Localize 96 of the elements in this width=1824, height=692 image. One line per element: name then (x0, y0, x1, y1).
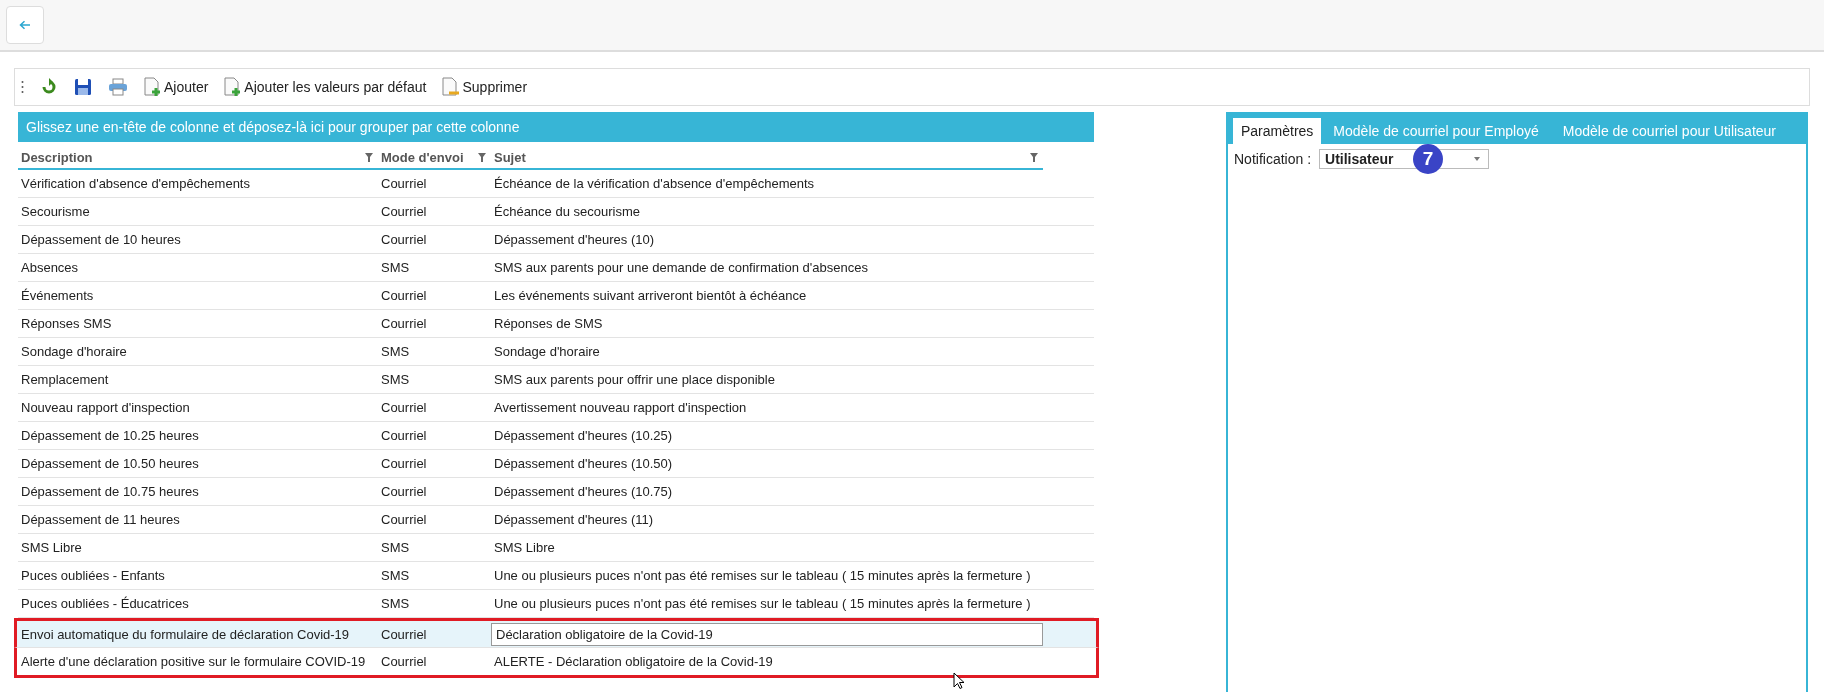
table-row[interactable]: Absences SMS SMS aux parents pour une demande de confirmation d'absences (18, 254, 1094, 282)
back-arrow-icon (19, 20, 31, 30)
table-cell-text: Puces oubliées - Enfants (20, 568, 166, 583)
filter-icon[interactable] (1030, 152, 1038, 162)
notification-label: Notification : (1234, 151, 1312, 167)
table-cell-text: Courriel (380, 232, 428, 247)
table-cell-text: Courriel (380, 456, 428, 471)
dropdown-caret-icon (1474, 157, 1481, 161)
table-row[interactable]: Dépassement de 10.50 heures Courriel Dépassement d'heures (10.50) (18, 450, 1094, 478)
table-cell-text: SMS (380, 540, 411, 555)
table-cell-text: Dépassement de 10.25 heures (20, 428, 200, 443)
delete-button[interactable]: Supprimer (442, 77, 528, 97)
table-cell-text: Avertissement nouveau rapport d'inspection (493, 400, 748, 415)
table-cell-text: SMS aux parents pour offrir une place disponible (493, 372, 776, 387)
document-add-icon (144, 77, 162, 97)
filter-icon[interactable] (478, 152, 486, 162)
table-row[interactable]: Remplacement SMS SMS aux parents pour offrir une place disponible (18, 366, 1094, 394)
table-cell-text: SMS (380, 344, 411, 359)
table-cell-text: Sondage d'horaire (493, 344, 601, 359)
table-cell-text: Remplacement (20, 372, 110, 387)
table-cell-text: Dépassement de 10.75 heures (20, 484, 200, 499)
table-cell-text: SMS (380, 260, 411, 275)
column-header[interactable]: Sujet (491, 146, 1043, 168)
table-row[interactable]: Sondage d'horaire SMS Sondage d'horaire (18, 338, 1094, 366)
table-cell-text: SMS (380, 372, 411, 387)
table-row[interactable]: Nouveau rapport d'inspection Courriel Avertissement nouveau rapport d'inspection (18, 394, 1094, 422)
table-row[interactable]: Dépassement de 10.75 heures Courriel Dépassement d'heures (10.75) (18, 478, 1094, 506)
document-remove-icon (442, 77, 461, 97)
table-cell-text: Courriel (380, 176, 428, 191)
table-cell-text: Courriel (380, 316, 428, 331)
table-cell: Déclaration obligatoire de la Covid-19 (491, 622, 1043, 646)
document-add-icon (224, 77, 243, 97)
add-button[interactable]: Ajouter les valeurs par défaut (224, 77, 427, 97)
grip-icon (21, 80, 24, 94)
table-cell-text: Dépassement d'heures (10.75) (493, 484, 674, 499)
table-cell-text: Absences (20, 260, 80, 275)
table-row[interactable]: Dépassement de 10.25 heures Courriel Dépassement d'heures (10.25) (18, 422, 1094, 450)
table-cell-text: Secourisme (20, 204, 91, 219)
table-cell-text: SMS Libre (493, 540, 556, 555)
table-row[interactable]: Envoi automatique du formulaire de déclaration Covid-19 Courriel Déclaration obligatoire de la Covid-19 (14, 618, 1099, 648)
refresh-icon (40, 78, 58, 96)
table-cell-text: Une ou plusieurs puces n'ont pas été remises sur le tableau ( 15 minutes après la fermeture ) (493, 568, 1032, 583)
save-icon (74, 78, 92, 96)
table-cell-text: ALERTE - Déclaration obligatoire de la Covid-19 (493, 654, 774, 669)
table-cell-text: Dépassement d'heures (11) (493, 512, 655, 527)
table-cell-text: Alerte d'une déclaration positive sur le formulaire COVID-19 (20, 654, 367, 669)
table-cell-text: Échéance de la vérification d'absence d'empêchements (493, 176, 816, 191)
column-header[interactable]: Mode d'envoi (378, 146, 491, 168)
table-cell-text: Événements (20, 288, 95, 303)
table-row[interactable]: Puces oubliées - Enfants SMS Une ou plusieurs puces n'ont pas été remises sur le tableau ( 15 minutes après la fermeture ) (18, 562, 1094, 590)
table-cell-text: Dépassement d'heures (10.25) (493, 428, 674, 443)
refresh-button[interactable] (40, 78, 58, 96)
table-cell-text: Courriel (380, 428, 428, 443)
save-button[interactable] (74, 78, 92, 96)
table-row[interactable]: Alerte d'une déclaration positive sur le formulaire COVID-19 Courriel ALERTE - Déclaration obligatoire de la Covid-19 (14, 648, 1099, 678)
table-cell-text: Réponses de SMS (493, 316, 604, 331)
column-header[interactable]: Description (18, 146, 378, 168)
table-cell-text: SMS Libre (20, 540, 83, 555)
table-cell-text: Réponses SMS (20, 316, 113, 331)
table-cell-text: Échéance du secourisme (493, 204, 641, 219)
table-row[interactable]: Réponses SMS Courriel Réponses de SMS (18, 310, 1094, 338)
table-cell-text: Courriel (380, 400, 428, 415)
table-row[interactable]: SMS Libre SMS SMS Libre (18, 534, 1094, 562)
print-button[interactable] (108, 78, 128, 96)
step-badge: 7 (1413, 144, 1443, 174)
table-cell-text: Vérification d'absence d'empêchements (20, 176, 251, 191)
table-cell-text: Puces oubliées - Éducatrices (20, 596, 190, 611)
table-cell-text: SMS (380, 568, 411, 583)
tab[interactable]: Paramètres (1233, 118, 1322, 144)
table-cell-text: Nouveau rapport d'inspection (20, 400, 191, 415)
printer-icon (108, 78, 128, 96)
group-panel: Glissez une en-tête de colonne et déposez-là ici pour grouper par cette colonne (18, 112, 1094, 142)
table-cell-text: Dépassement de 11 heures (20, 512, 181, 527)
table-cell-text: Une ou plusieurs puces n'ont pas été remises sur le tableau ( 15 minutes après la fermeture ) (493, 596, 1032, 611)
table-cell-text: Dépassement de 10.50 heures (20, 456, 200, 471)
table-cell-text: Dépassement de 10 heures (20, 232, 182, 247)
add-button[interactable]: Ajouter (144, 77, 209, 97)
table-cell-text: Envoi automatique du formulaire de déclaration Covid-19 (20, 626, 351, 642)
table-cell-text: Dépassement d'heures (10) (493, 232, 655, 247)
table-row[interactable]: Vérification d'absence d'empêchements Courriel Échéance de la vérification d'absence d'empêchements (18, 170, 1094, 198)
table-cell-text: Courriel (380, 654, 428, 669)
table-cell-text: SMS (380, 596, 411, 611)
table-cell-text: Courriel (380, 512, 428, 527)
filter-icon[interactable] (365, 152, 373, 162)
table-cell-text: Courriel (380, 204, 428, 219)
table-cell-text: Dépassement d'heures (10.50) (493, 456, 674, 471)
table-row[interactable]: Dépassement de 11 heures Courriel Dépassement d'heures (11) (18, 506, 1094, 534)
table-cell-text: Les événements suivant arriveront bientôt à échéance (493, 288, 808, 303)
table-cell-text: Courriel (380, 484, 428, 499)
table-cell-text: SMS aux parents pour une demande de confirmation d'absences (493, 260, 869, 275)
table-row[interactable]: Secourisme Courriel Échéance du secourisme (18, 198, 1094, 226)
table-cell-text: Sondage d'horaire (20, 344, 128, 359)
table-cell-text: Courriel (380, 626, 428, 642)
table-cell-text: Courriel (380, 288, 428, 303)
table-row[interactable]: Dépassement de 10 heures Courriel Dépassement d'heures (10) (18, 226, 1094, 254)
table-row[interactable]: Événements Courriel Les événements suivant arriveront bientôt à échéance (18, 282, 1094, 310)
